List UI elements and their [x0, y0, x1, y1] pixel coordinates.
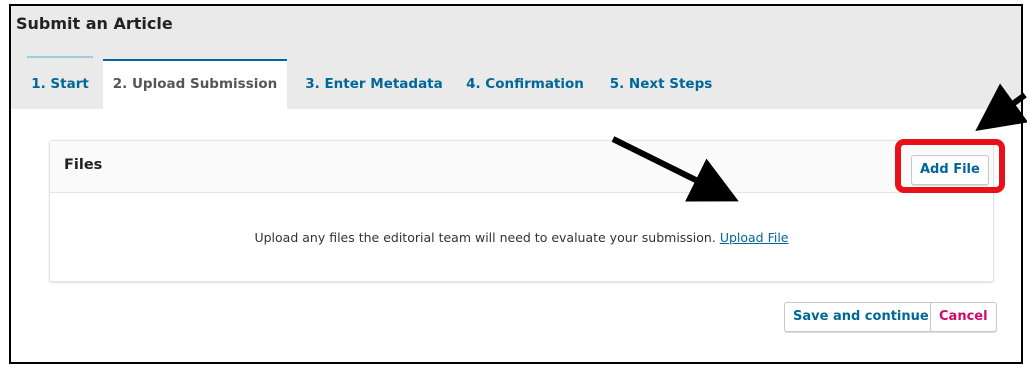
upload-panel: Files Add File Upload any files the edit…	[11, 109, 1021, 362]
tab-next-steps[interactable]: 5. Next Steps	[603, 59, 719, 109]
tab-upload-submission[interactable]: 2. Upload Submission	[103, 59, 287, 109]
page-title: Submit an Article	[16, 14, 173, 33]
files-title: Files	[64, 157, 103, 173]
save-and-continue-button[interactable]: Save and continue	[784, 302, 938, 332]
wizard-header: Submit an Article 1. Start 2. Upload Sub…	[11, 6, 1021, 109]
upload-file-link[interactable]: Upload File	[720, 230, 789, 245]
submission-wizard: Submit an Article 1. Start 2. Upload Sub…	[9, 4, 1023, 364]
empty-message-text: Upload any files the editorial team will…	[254, 230, 716, 245]
tab-enter-metadata[interactable]: 3. Enter Metadata	[297, 59, 451, 109]
files-empty-message: Upload any files the editorial team will…	[50, 230, 993, 245]
files-grid: Files Add File Upload any files the edit…	[49, 140, 994, 282]
add-file-button[interactable]: Add File	[911, 155, 989, 185]
cancel-button[interactable]: Cancel	[930, 302, 997, 332]
tab-confirmation[interactable]: 4. Confirmation	[461, 59, 589, 109]
tab-start[interactable]: 1. Start	[19, 56, 101, 109]
files-header: Files Add File	[50, 141, 993, 193]
